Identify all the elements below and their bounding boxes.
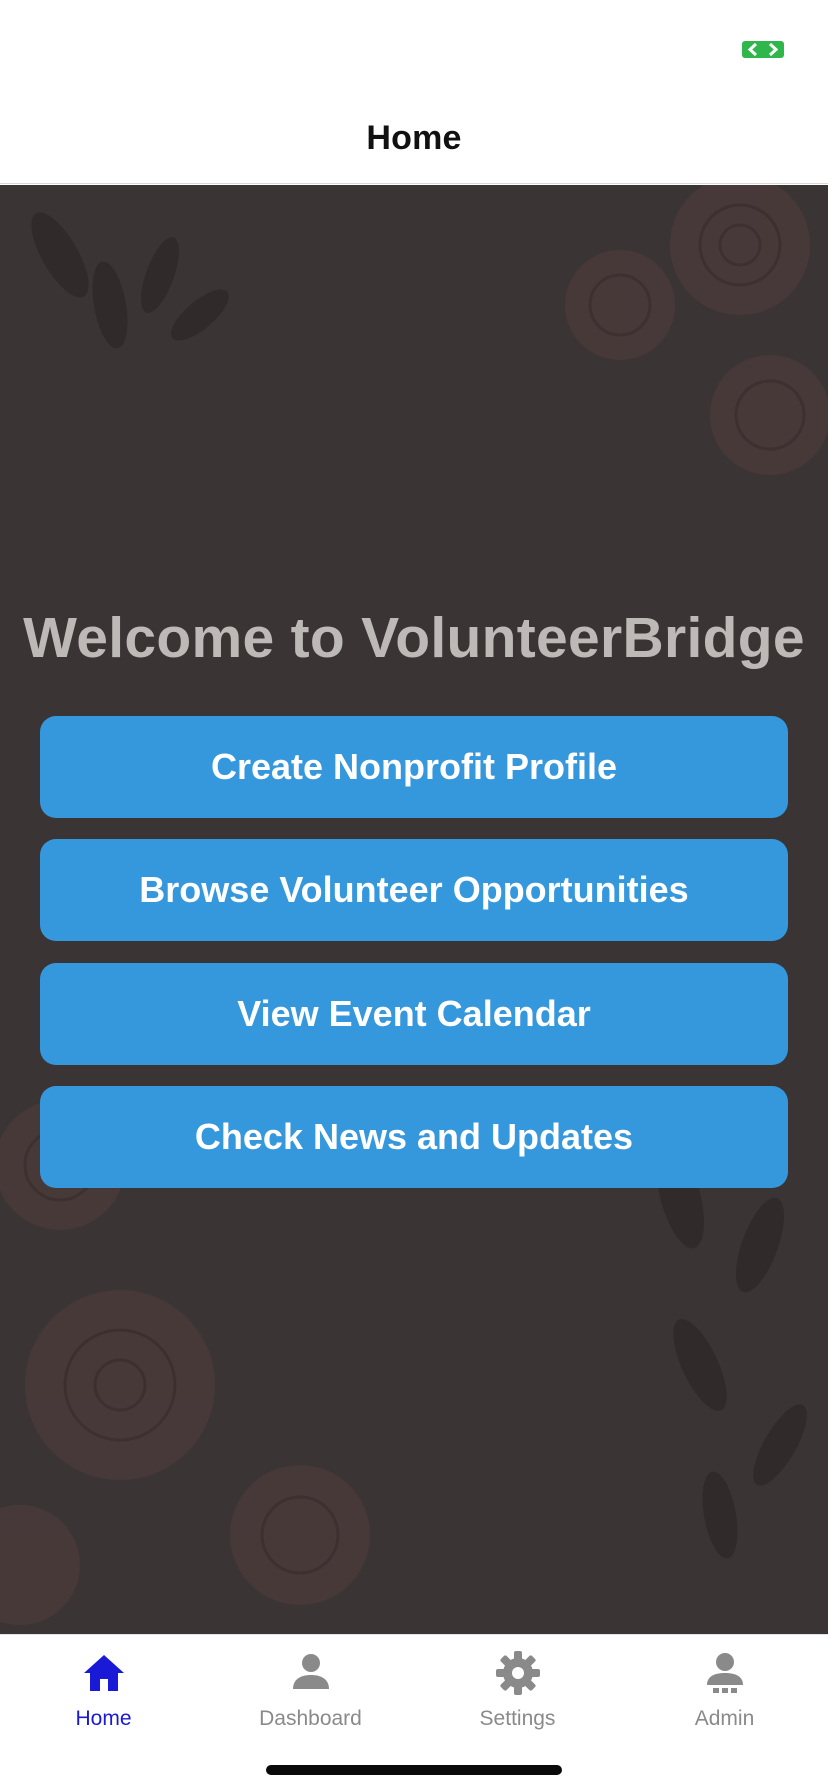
gear-icon [495, 1651, 540, 1695]
page-title: Home [366, 119, 462, 157]
check-news-and-updates-button[interactable]: Check News and Updates [40, 1086, 788, 1188]
tab-settings[interactable]: Settings [414, 1635, 621, 1745]
admin-icon [706, 1653, 743, 1693]
view-event-calendar-button[interactable]: View Event Calendar [40, 963, 788, 1065]
create-nonprofit-profile-button[interactable]: Create Nonprofit Profile [40, 716, 788, 818]
person-icon [292, 1654, 329, 1689]
nav-header: Home [0, 94, 828, 184]
tab-label-dashboard: Dashboard [259, 1707, 362, 1730]
home-icon [83, 1655, 124, 1691]
tab-label-settings: Settings [479, 1707, 556, 1730]
tab-label-home: Home [75, 1707, 132, 1730]
status-bar [0, 0, 828, 94]
tab-admin[interactable]: Admin [621, 1635, 828, 1745]
home-indicator[interactable] [266, 1765, 562, 1775]
tab-dashboard[interactable]: Dashboard [207, 1635, 414, 1745]
welcome-heading: Welcome to VolunteerBridge [23, 606, 805, 670]
home-content: Welcome to VolunteerBridge Create Nonpro… [0, 185, 828, 1634]
tab-home[interactable]: Home [0, 1635, 207, 1745]
browse-volunteer-opportunities-button[interactable]: Browse Volunteer Opportunities [40, 839, 788, 941]
app-screen: Home Welcome to VolunteerBridge Create N… [0, 0, 828, 1792]
dev-indicator-icon [742, 41, 784, 58]
tab-label-admin: Admin [694, 1707, 755, 1730]
